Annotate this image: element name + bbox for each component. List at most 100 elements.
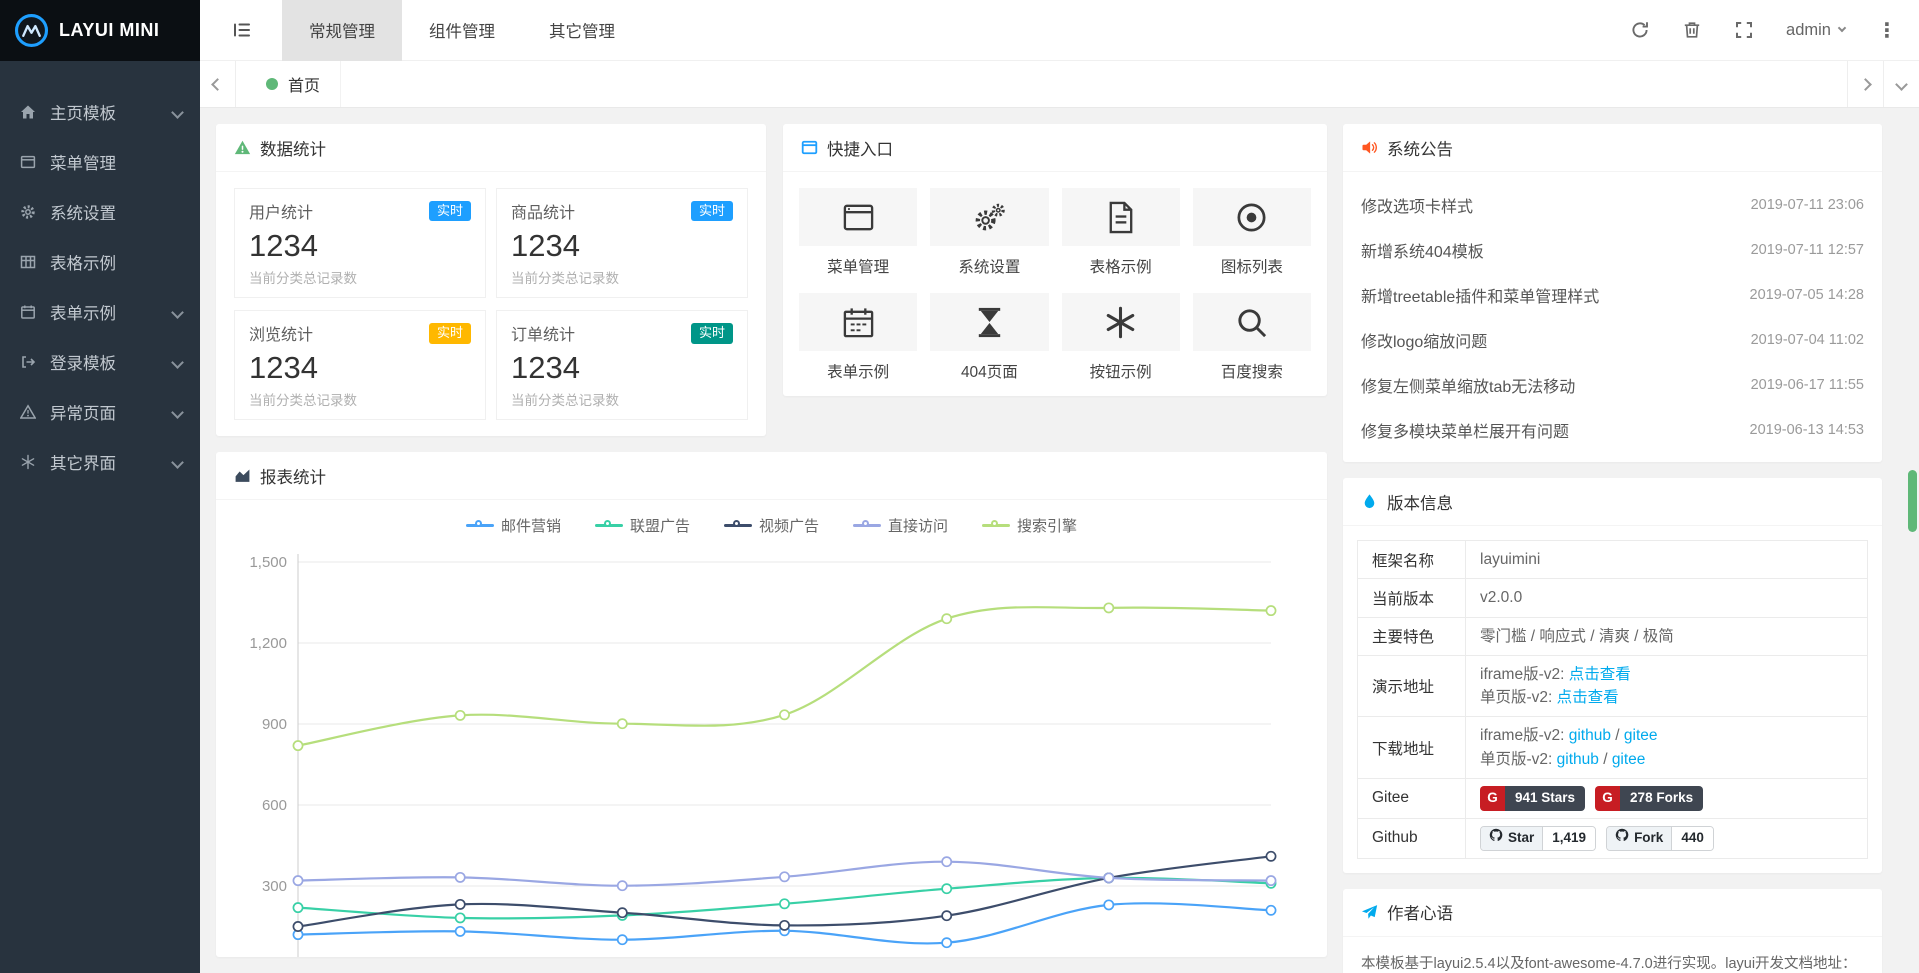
legend-item[interactable]: 搜索引擎: [982, 515, 1077, 536]
version-label: 主要特色: [1358, 617, 1466, 655]
quick-entry-window[interactable]: 菜单管理: [799, 188, 917, 277]
quick-entry-hourglass[interactable]: 404页面: [930, 293, 1048, 382]
stat-value: 1234: [511, 349, 733, 386]
quick-entry-search[interactable]: 百度搜索: [1193, 293, 1311, 382]
link-github[interactable]: github: [1557, 751, 1599, 768]
report-card-icon: [234, 467, 251, 484]
github-badge[interactable]: Fork440: [1606, 826, 1714, 851]
username: admin: [1786, 21, 1831, 40]
version-label: 框架名称: [1358, 541, 1466, 579]
module-tab-2[interactable]: 组件管理: [402, 0, 522, 61]
sidebar-item-home-template[interactable]: 主页模板: [0, 87, 200, 137]
legend-label: 搜索引擎: [1017, 515, 1077, 536]
quick-entry-file[interactable]: 表格示例: [1062, 188, 1180, 277]
module-tab-1[interactable]: 常规管理: [282, 0, 402, 61]
card-title: 作者心语: [1387, 900, 1453, 924]
hourglass-icon: [972, 305, 1007, 340]
legend-item[interactable]: 直接访问: [853, 515, 948, 536]
github-badge[interactable]: Star1,419: [1480, 826, 1596, 851]
stat-value: 1234: [511, 227, 733, 264]
version-label: Gitee: [1358, 778, 1466, 818]
legend-item[interactable]: 视频广告: [724, 515, 819, 536]
link-gitee[interactable]: gitee: [1612, 751, 1646, 768]
table-icon: [20, 254, 50, 270]
link-github[interactable]: github: [1569, 727, 1611, 744]
version-value: layuimini: [1466, 541, 1868, 579]
sidebar-item-other-ui[interactable]: 其它界面: [0, 437, 200, 487]
home-icon: [20, 104, 50, 120]
quick-entry-target[interactable]: 图标列表: [1193, 188, 1311, 277]
legend-item[interactable]: 联盟广告: [595, 515, 690, 536]
clear-cache-icon[interactable]: [1682, 20, 1702, 40]
file-icon: [1103, 200, 1138, 235]
announcement-row[interactable]: 修复左侧菜单缩放tab无法移动2019-06-17 11:55: [1361, 362, 1864, 407]
module-tab-3[interactable]: 其它管理: [522, 0, 642, 61]
sidebar-item-table-example[interactable]: 表格示例: [0, 237, 200, 287]
svg-text:1,500: 1,500: [249, 554, 287, 571]
login-icon: [20, 354, 50, 370]
sidebar-item-label: 登录模板: [50, 350, 173, 374]
sidebar-item-label: 主页模板: [50, 100, 173, 124]
menu-icon: [20, 154, 50, 170]
target-icon: [1234, 200, 1269, 235]
stat-badge: 实时: [691, 323, 733, 344]
tab-home[interactable]: 首页: [246, 61, 341, 107]
legend-label: 视频广告: [759, 515, 819, 536]
refresh-icon[interactable]: [1630, 20, 1650, 40]
gitee-logo: G: [1480, 786, 1505, 811]
announcement-row[interactable]: 新增系统404模板2019-07-11 12:57: [1361, 227, 1864, 272]
quick-entry-calendar[interactable]: 表单示例: [799, 293, 917, 382]
announcement-row[interactable]: 修改选项卡样式2019-07-11 23:06: [1361, 182, 1864, 227]
announcement-row[interactable]: 修复多模块菜单栏展开有问题2019-06-13 14:53: [1361, 407, 1864, 452]
legend-marker: [982, 520, 1010, 530]
sidebar-item-form-example[interactable]: 表单示例: [0, 287, 200, 337]
stat-desc: 当前分类总记录数: [511, 389, 733, 409]
quick-card-header: 快捷入口: [783, 124, 1327, 172]
sidebar-item-label: 表格示例: [50, 250, 182, 274]
sidebar-item-login-template[interactable]: 登录模板: [0, 337, 200, 387]
sidebar-item-label: 表单示例: [50, 300, 173, 324]
announcement-date: 2019-07-05 14:28: [1750, 287, 1865, 303]
quick-entry-gears[interactable]: 系统设置: [930, 188, 1048, 277]
search-icon: [1234, 305, 1269, 340]
link-点击查看[interactable]: 点击查看: [1569, 666, 1631, 683]
main-content: 数据统计 用户统计实时1234当前分类总记录数商品统计实时1234当前分类总记录…: [200, 108, 1919, 973]
announcement-row[interactable]: 修改logo缩放问题2019-07-04 11:02: [1361, 317, 1864, 362]
quick-entry-snowflake[interactable]: 按钮示例: [1062, 293, 1180, 382]
user-dropdown[interactable]: admin: [1786, 21, 1845, 40]
announcement-title: 修改logo缩放问题: [1361, 328, 1487, 352]
tabs-scroll-left[interactable]: [200, 61, 236, 107]
version-value: G941 Stars G278 Forks: [1466, 778, 1868, 818]
announcement-date: 2019-06-13 14:53: [1750, 422, 1865, 438]
tabs-scroll-right[interactable]: [1847, 61, 1883, 107]
collapse-sidebar-icon[interactable]: [232, 20, 252, 40]
sidebar-item-system-settings[interactable]: 系统设置: [0, 187, 200, 237]
gitee-badge[interactable]: G278 Forks: [1595, 786, 1703, 811]
version-card: 版本信息 框架名称layuimini当前版本v2.0.0主要特色零门槛 / 响应…: [1343, 478, 1882, 873]
more-menu-icon[interactable]: ⋮: [1877, 18, 1897, 43]
sidebar-item-error-pages[interactable]: 异常页面: [0, 387, 200, 437]
tabs-menu-dropdown[interactable]: [1883, 61, 1919, 107]
app-logo[interactable]: LAYUI MINI: [0, 0, 200, 61]
link-gitee[interactable]: gitee: [1624, 727, 1658, 744]
announcement-row[interactable]: 新增treetable插件和菜单管理样式2019-07-05 14:28: [1361, 272, 1864, 317]
header-actions: admin ⋮: [1630, 18, 1919, 43]
version-card-header: 版本信息: [1343, 478, 1882, 526]
sidebar-item-menu-manage[interactable]: 菜单管理: [0, 137, 200, 187]
fullscreen-icon[interactable]: [1734, 20, 1754, 40]
quick-entry-label: 百度搜索: [1193, 360, 1311, 382]
stat-value: 1234: [249, 349, 471, 386]
version-line: iframe版-v2: 点击查看: [1480, 663, 1853, 686]
chevron-down-icon: [171, 306, 184, 319]
legend-item[interactable]: 邮件营销: [466, 515, 561, 536]
link-点击查看[interactable]: 点击查看: [1557, 689, 1619, 706]
version-value: v2.0.0: [1466, 579, 1868, 617]
stats-card-header: 数据统计: [216, 124, 766, 172]
sidebar-menu: 主页模板菜单管理系统设置表格示例表单示例登录模板异常页面其它界面: [0, 61, 200, 487]
sidebar-item-label: 其它界面: [50, 450, 173, 474]
scrollbar-thumb[interactable]: [1908, 470, 1917, 532]
stat-label: 浏览统计: [249, 321, 313, 345]
gitee-badge[interactable]: G941 Stars: [1480, 786, 1585, 811]
chevron-down-icon: [1895, 78, 1908, 91]
chevron-left-icon: [211, 78, 224, 91]
